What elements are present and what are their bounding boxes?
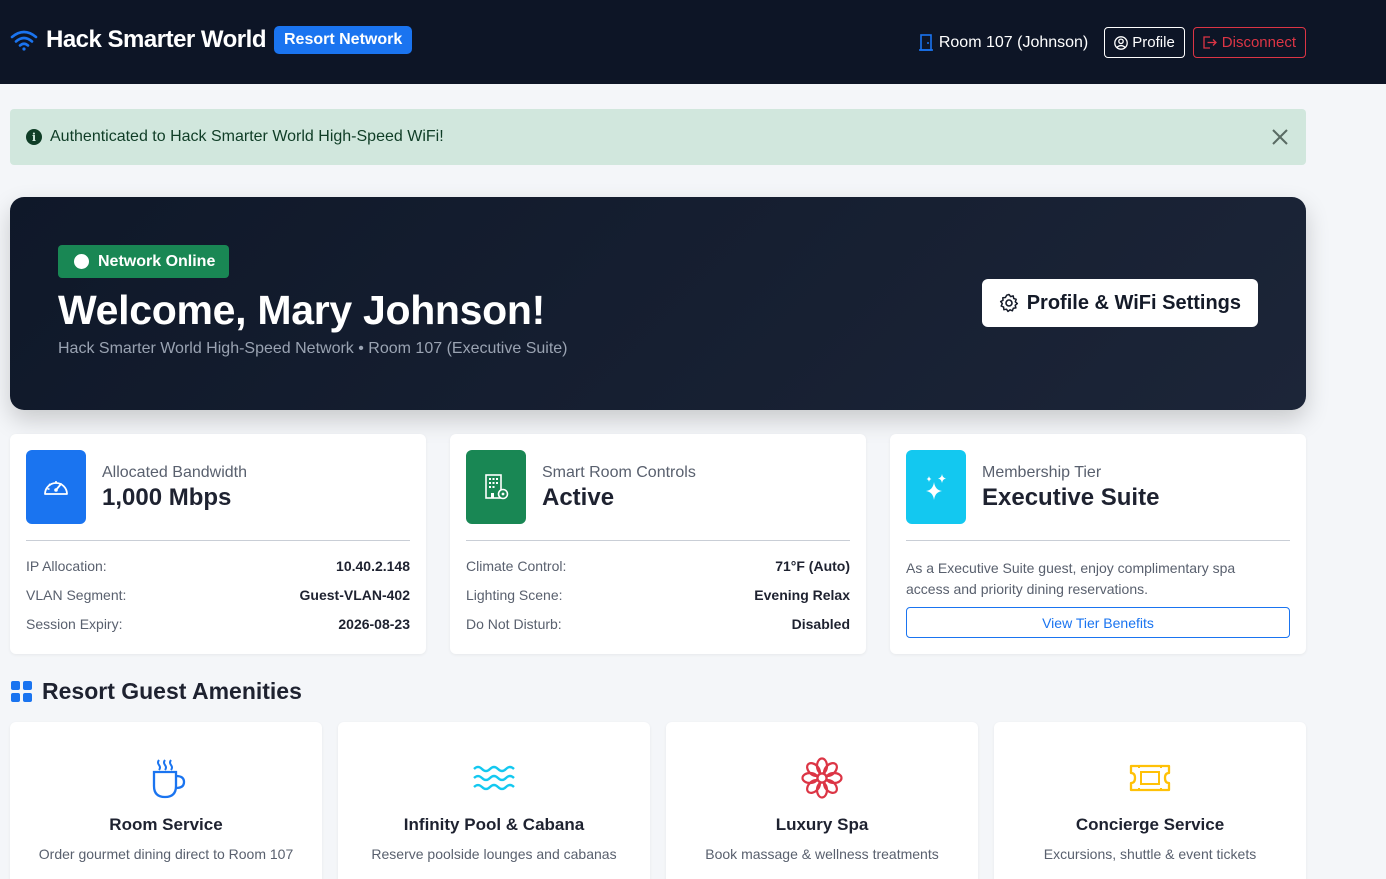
profile-settings-button[interactable]: Profile & WiFi Settings (981, 279, 1258, 327)
divider (466, 540, 850, 541)
bandwidth-icon-box (26, 450, 86, 524)
amenity-desc: Order gourmet dining direct to Room 107 (38, 846, 294, 862)
row-key: Climate Control: (466, 558, 567, 574)
door-icon (918, 34, 933, 51)
grid-icon (11, 681, 32, 702)
amenity-title: Infinity Pool & Cabana (403, 815, 585, 834)
amenities-heading: Resort Guest Amenities (10, 678, 302, 705)
profile-label: Profile (1132, 34, 1175, 51)
row-key: Lighting Scene: (466, 587, 563, 603)
row-value: Disabled (791, 616, 850, 632)
person-circle-icon (1114, 35, 1129, 50)
row-key: Do Not Disturb: (466, 616, 562, 632)
amenity-icon-wrap (994, 756, 1306, 800)
disconnect-button[interactable]: Disconnect (1192, 27, 1306, 58)
row-key: VLAN Segment: (26, 587, 127, 603)
card-label: Smart Room Controls (542, 464, 696, 481)
room-info: Room 107 (Johnson) (918, 33, 1089, 52)
stars-icon (926, 474, 946, 500)
detail-row: Climate Control: 71°F (Auto) (466, 558, 850, 574)
membership-card: Membership Tier Executive Suite As a Exe… (890, 434, 1306, 654)
flower-icon (801, 757, 843, 799)
status-label: Network Online (98, 252, 216, 270)
success-alert: i Authenticated to Hack Smarter World Hi… (10, 109, 1306, 165)
status-dot-icon (74, 254, 89, 269)
card-label: Membership Tier (982, 464, 1102, 481)
ticket-icon (1129, 764, 1171, 792)
divider (26, 540, 410, 541)
profile-settings-label: Profile & WiFi Settings (1026, 291, 1241, 314)
speedometer-icon (44, 481, 68, 495)
brand-badge: Resort Network (273, 26, 413, 54)
card-value: Active (542, 484, 615, 511)
amenity-desc: Reserve poolside lounges and cabanas (371, 846, 617, 862)
info-icon: i (26, 129, 42, 145)
brand-name: Hack Smarter World (46, 26, 266, 53)
amenity-title: Room Service (109, 815, 223, 834)
building-gear-icon (485, 474, 509, 500)
detail-row: Lighting Scene: Evening Relax (466, 587, 850, 603)
tier-description: As a Executive Suite guest, enjoy compli… (906, 560, 1236, 597)
detail-row: Do Not Disturb: Disabled (466, 616, 850, 632)
amenity-title: Luxury Spa (775, 815, 869, 834)
row-value: 71°F (Auto) (775, 558, 850, 574)
nav-right: Room 107 (Johnson) Profile Disconnect (918, 27, 1306, 58)
welcome-subtitle: Hack Smarter World High-Speed Network • … (58, 340, 568, 357)
detail-row: Session Expiry: 2026-08-23 (26, 616, 410, 632)
smart-room-icon-box (466, 450, 526, 524)
welcome-title: Welcome, Mary Johnson! (58, 287, 546, 333)
gear-icon (999, 293, 1018, 313)
logout-icon (1203, 36, 1217, 49)
disconnect-label: Disconnect (1221, 34, 1296, 51)
row-value: Evening Relax (754, 587, 850, 603)
room-label: Room 107 (Johnson) (938, 33, 1089, 51)
row-key: Session Expiry: (26, 616, 123, 632)
amenity-desc: Excursions, shuttle & event tickets (1043, 846, 1257, 862)
profile-button[interactable]: Profile (1104, 27, 1185, 58)
card-value: 1,000 Mbps (102, 484, 232, 511)
detail-row: VLAN Segment: Guest-VLAN-402 (26, 587, 410, 603)
welcome-hero: Network Online Welcome, Mary Johnson! Ha… (10, 197, 1306, 410)
membership-icon-box (906, 450, 966, 524)
amenity-title: Concierge Service (1075, 815, 1225, 834)
card-label: Allocated Bandwidth (102, 464, 247, 481)
detail-row: IP Allocation: 10.40.2.148 (26, 558, 410, 574)
close-icon[interactable] (1270, 127, 1290, 147)
network-status-badge: Network Online (58, 245, 230, 278)
row-key: IP Allocation: (26, 558, 107, 574)
hot-cup-icon (152, 759, 186, 799)
amenity-icon-wrap (338, 756, 650, 800)
amenities-title: Resort Guest Amenities (42, 678, 302, 704)
top-navbar: Hack Smarter World Resort Network Room 1… (0, 0, 1386, 84)
brand[interactable]: Hack Smarter World Resort Network (10, 26, 413, 54)
bandwidth-card: Allocated Bandwidth 1,000 Mbps IP Alloca… (10, 434, 426, 654)
amenity-card-room-service[interactable]: Room Service Order gourmet dining direct… (10, 722, 322, 879)
wifi-icon (10, 30, 38, 51)
row-value: 2026-08-23 (338, 616, 410, 632)
amenity-card-concierge[interactable]: Concierge Service Excursions, shuttle & … (994, 722, 1306, 879)
alert-message: Authenticated to Hack Smarter World High… (50, 128, 444, 145)
card-value: Executive Suite (982, 484, 1160, 511)
water-waves-icon (473, 765, 515, 791)
divider (906, 540, 1290, 541)
amenity-icon-wrap (10, 756, 322, 800)
row-value: 10.40.2.148 (336, 558, 410, 574)
amenity-desc: Book massage & wellness treatments (705, 846, 939, 862)
amenity-icon-wrap (666, 756, 978, 800)
smart-room-card: Smart Room Controls Active Climate Contr… (450, 434, 866, 654)
row-value: Guest-VLAN-402 (299, 587, 410, 603)
amenity-card-pool[interactable]: Infinity Pool & Cabana Reserve poolside … (338, 722, 650, 879)
view-tier-benefits-button[interactable]: View Tier Benefits (906, 607, 1290, 638)
amenity-card-spa[interactable]: Luxury Spa Book massage & wellness treat… (666, 722, 978, 879)
